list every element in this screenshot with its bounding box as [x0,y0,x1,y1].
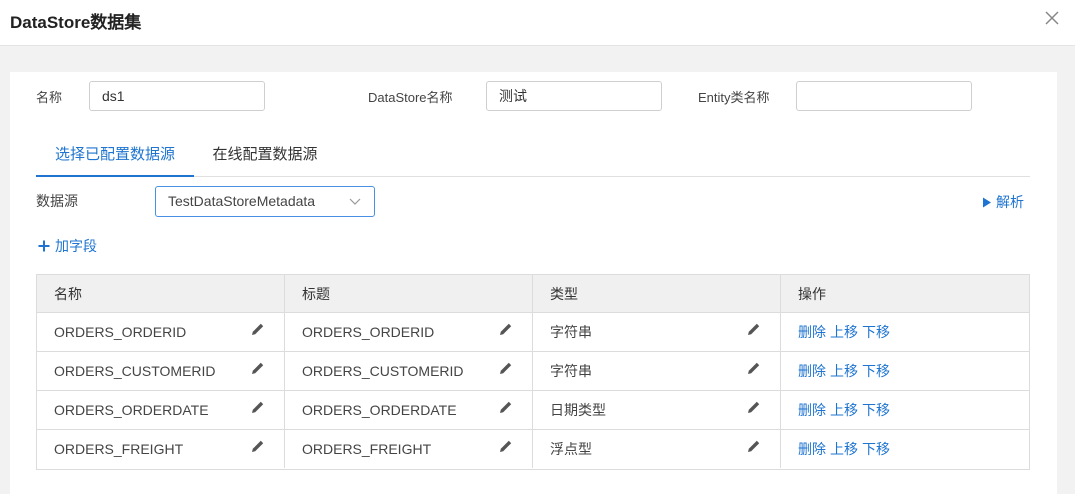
cell-title: ORDERS_ORDERDATE [285,391,533,429]
pencil-icon[interactable] [747,361,761,375]
column-header-title: 标题 [285,275,533,313]
table-row: ORDERS_ORDERDATE ORDERS_ORDERDATE 日期类型 删… [37,391,1029,430]
move-up-link[interactable]: 上移 [830,363,858,379]
close-icon[interactable] [1042,8,1062,28]
cell-type-text: 字符串 [550,363,592,379]
pencil-icon[interactable] [251,322,265,336]
cell-name-text: ORDERS_CUSTOMERID [54,363,216,379]
pencil-icon[interactable] [747,439,761,453]
move-down-link[interactable]: 下移 [862,324,890,340]
entity-class-input[interactable] [796,81,972,111]
cell-title-text: ORDERS_FREIGHT [302,441,432,457]
cell-name: ORDERS_FREIGHT [37,430,285,468]
datasource-selected-value: TestDataStoreMetadata [168,193,316,209]
parse-label: 解析 [996,194,1024,210]
datasource-label: 数据源 [36,193,78,209]
pencil-icon[interactable] [499,400,513,414]
table-header: 名称 标题 类型 操作 [37,275,1029,313]
dialog-header: DataStore数据集 [0,0,1075,46]
column-header-actions: 操作 [798,286,826,302]
chevron-down-icon [349,198,361,205]
cell-name-text: ORDERS_FREIGHT [54,441,184,457]
datastore-name-label: DataStore名称 [368,90,453,105]
plus-icon [38,240,50,252]
delete-link[interactable]: 删除 [798,363,826,379]
datastore-dialog: DataStore数据集 名称 DataStore名称 Entity类名称 选择… [0,0,1075,494]
pencil-icon[interactable] [251,439,265,453]
cell-name: ORDERS_CUSTOMERID [37,352,285,390]
cell-title: ORDERS_CUSTOMERID [285,352,533,390]
move-up-link[interactable]: 上移 [830,402,858,418]
delete-link[interactable]: 删除 [798,402,826,418]
datasource-tabs: 选择已配置数据源 在线配置数据源 [36,136,1030,177]
column-header-name: 名称 [37,275,285,313]
pencil-icon[interactable] [747,400,761,414]
cell-name-text: ORDERS_ORDERDATE [54,402,209,418]
cell-actions: 删除 上移 下移 [781,352,1029,390]
dialog-body: 名称 DataStore名称 Entity类名称 选择已配置数据源 在线配置数据… [10,72,1057,494]
table-row: ORDERS_ORDERID ORDERS_ORDERID 字符串 删除 上移 下移 [37,313,1029,352]
table-row: ORDERS_CUSTOMERID ORDERS_CUSTOMERID 字符串 … [37,352,1029,391]
delete-link[interactable]: 删除 [798,324,826,340]
pencil-icon[interactable] [251,361,265,375]
parse-button[interactable]: 解析 [982,192,1024,212]
cell-type-text: 字符串 [550,324,592,340]
move-up-link[interactable]: 上移 [830,441,858,457]
column-header-type: 类型 [533,275,781,313]
move-up-link[interactable]: 上移 [830,324,858,340]
tab-configured-datasource[interactable]: 选择已配置数据源 [36,136,194,177]
play-icon [983,197,991,208]
add-field-button[interactable]: 加字段 [38,236,97,256]
cell-title: ORDERS_FREIGHT [285,430,533,468]
cell-name: ORDERS_ORDERDATE [37,391,285,429]
fields-table: 名称 标题 类型 操作 ORDERS_ORDERID ORDERS_ORDERI… [36,274,1030,470]
cell-type: 浮点型 [533,430,781,468]
datastore-name-input[interactable] [486,81,662,111]
cell-type-text: 浮点型 [550,441,592,457]
pencil-icon[interactable] [499,361,513,375]
cell-name-text: ORDERS_ORDERID [54,324,187,340]
move-down-link[interactable]: 下移 [862,402,890,418]
pencil-icon[interactable] [499,322,513,336]
pencil-icon[interactable] [251,400,265,414]
entity-class-label: Entity类名称 [698,90,770,105]
add-field-label: 加字段 [55,238,97,254]
cell-type-text: 日期类型 [550,402,606,418]
cell-type: 字符串 [533,352,781,390]
cell-title: ORDERS_ORDERID [285,313,533,351]
cell-title-text: ORDERS_CUSTOMERID [302,363,464,379]
name-input[interactable] [89,81,265,111]
cell-actions: 删除 上移 下移 [781,313,1029,351]
tab-online-datasource[interactable]: 在线配置数据源 [208,136,322,177]
cell-actions: 删除 上移 下移 [781,430,1029,468]
dialog-title: DataStore数据集 [10,13,142,32]
cell-name: ORDERS_ORDERID [37,313,285,351]
table-row: ORDERS_FREIGHT ORDERS_FREIGHT 浮点型 删除 上移 下移 [37,430,1029,469]
cell-type: 日期类型 [533,391,781,429]
name-label: 名称 [36,90,63,105]
cell-type: 字符串 [533,313,781,351]
delete-link[interactable]: 删除 [798,441,826,457]
move-down-link[interactable]: 下移 [862,441,890,457]
pencil-icon[interactable] [499,439,513,453]
cell-title-text: ORDERS_ORDERDATE [302,402,457,418]
cell-title-text: ORDERS_ORDERID [302,324,435,340]
move-down-link[interactable]: 下移 [862,363,890,379]
cell-actions: 删除 上移 下移 [781,391,1029,429]
pencil-icon[interactable] [747,322,761,336]
datasource-select[interactable]: TestDataStoreMetadata [155,186,375,217]
